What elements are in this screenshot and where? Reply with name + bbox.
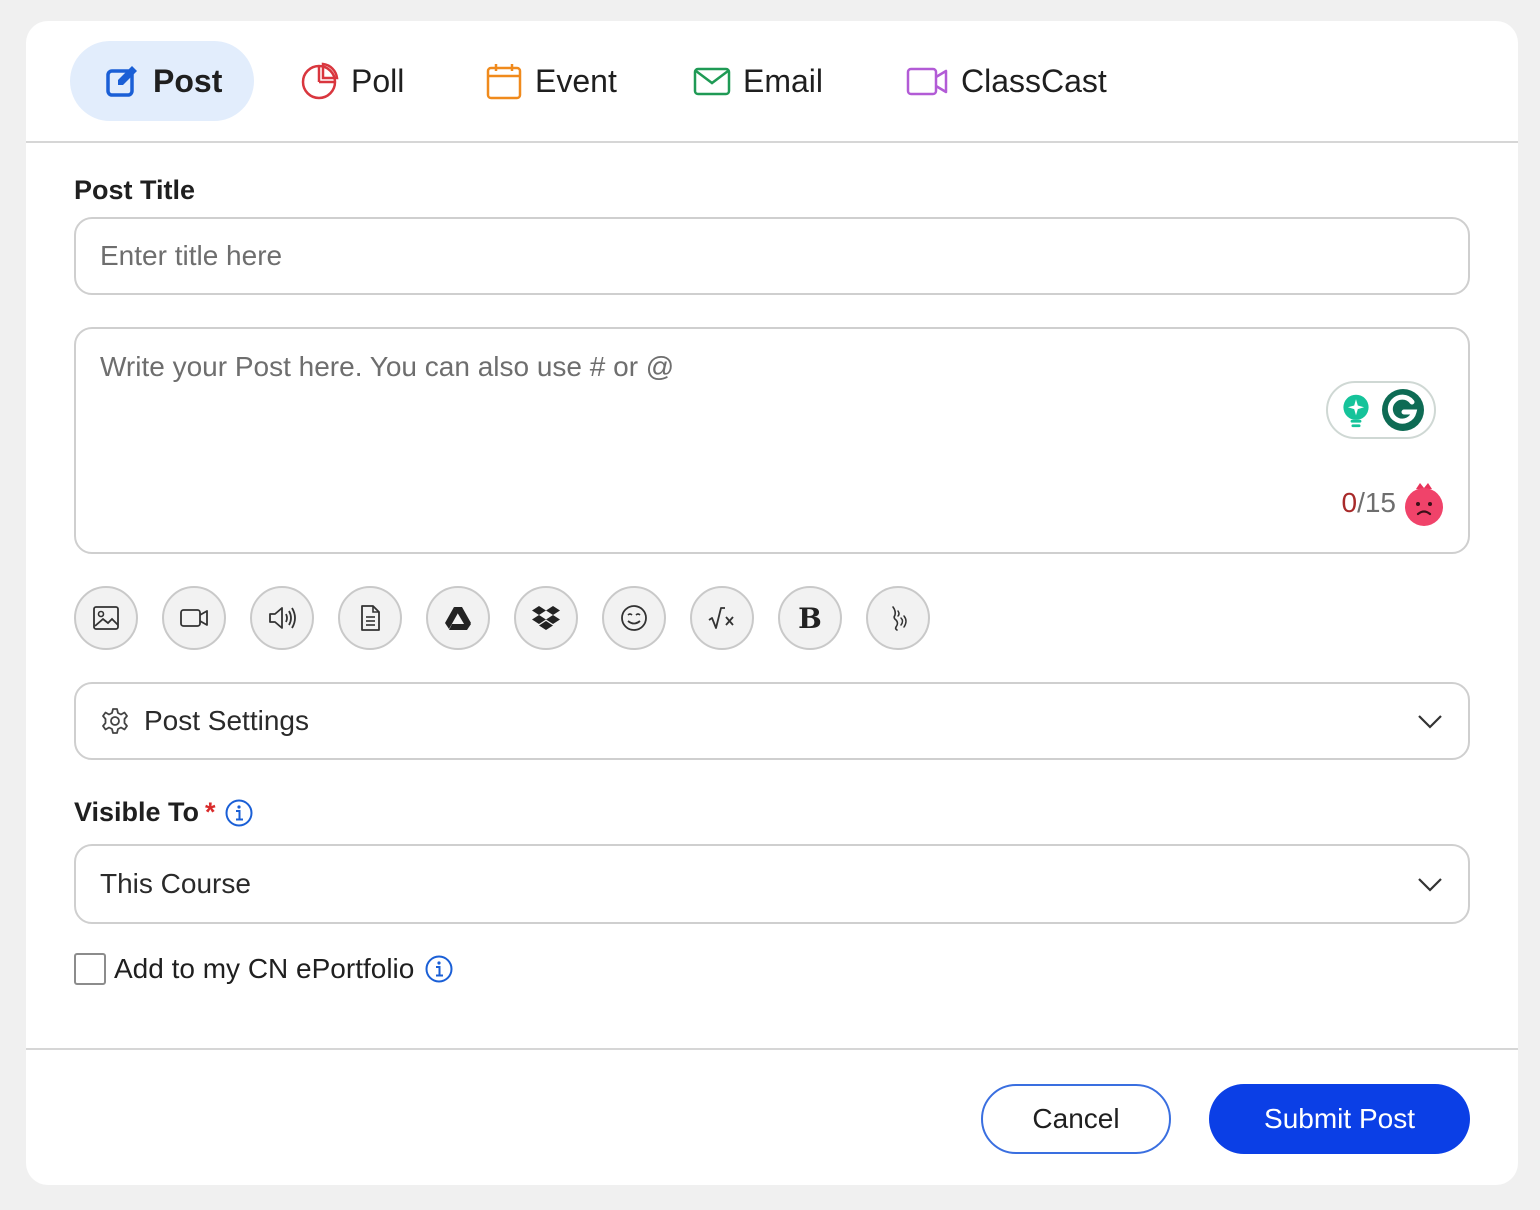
post-settings-dropdown[interactable]: Post Settings — [74, 682, 1470, 760]
insert-audio-button[interactable] — [250, 586, 314, 650]
form-footer: Cancel Submit Post — [26, 1048, 1518, 1185]
tab-event[interactable]: Event — [484, 41, 617, 121]
post-body-field[interactable]: Write your Post here. You can also use #… — [74, 327, 1470, 554]
tab-post-label: Post — [153, 62, 223, 99]
create-post-card: Post Poll Event Email ClassCast Post Tit… — [26, 21, 1518, 1185]
submit-post-button[interactable]: Submit Post — [1209, 1084, 1470, 1154]
tab-email-label: Email — [743, 62, 824, 99]
sign-language-button[interactable] — [866, 586, 930, 650]
image-icon — [93, 606, 119, 630]
attachment-toolbar: B — [74, 586, 954, 650]
visible-to-label-row: Visible To * — [74, 797, 254, 828]
post-body-placeholder: Write your Post here. You can also use #… — [100, 351, 675, 382]
tab-email[interactable]: Email — [692, 41, 823, 121]
grammarly-widget[interactable] — [1326, 381, 1436, 439]
emoji-icon — [621, 605, 647, 631]
tab-event-label: Event — [535, 62, 617, 99]
post-type-tabs: Post Poll Event Email ClassCast — [26, 21, 1518, 143]
dropbox-button[interactable] — [514, 586, 578, 650]
counter-max: /15 — [1357, 487, 1396, 518]
google-drive-icon — [445, 607, 471, 630]
video-icon — [180, 609, 208, 627]
tab-post[interactable]: Post — [70, 41, 255, 121]
google-drive-button[interactable] — [426, 586, 490, 650]
visible-to-selected: This Course — [100, 868, 251, 899]
tab-poll-label: Poll — [351, 62, 405, 99]
tab-poll[interactable]: Poll — [300, 41, 404, 121]
tab-classcast-label: ClassCast — [961, 62, 1107, 99]
chevron-down-icon — [1418, 715, 1442, 729]
bold-icon: B — [798, 601, 822, 635]
bold-button[interactable]: B — [778, 586, 842, 650]
edit-icon — [106, 66, 137, 97]
grammarly-icon[interactable] — [1381, 388, 1425, 432]
eportfolio-checkbox[interactable] — [74, 953, 106, 985]
insert-document-button[interactable] — [338, 586, 402, 650]
eportfolio-label[interactable]: Add to my CN ePortfolio — [114, 953, 414, 985]
cancel-button[interactable]: Cancel — [981, 1084, 1171, 1154]
character-counter: 0/15 — [1341, 487, 1396, 519]
post-settings-label: Post Settings — [144, 705, 309, 736]
eportfolio-row: Add to my CN ePortfolio — [74, 953, 454, 985]
envelope-icon — [693, 67, 731, 96]
visible-to-label: Visible To — [74, 797, 200, 827]
dropbox-icon — [532, 606, 560, 630]
lightbulb-icon[interactable] — [1338, 390, 1374, 430]
visible-to-select[interactable]: This Course — [74, 844, 1470, 924]
insert-emoji-button[interactable] — [602, 586, 666, 650]
video-icon — [906, 67, 948, 96]
sad-face-icon — [1405, 483, 1443, 526]
post-title-field — [74, 217, 1470, 295]
info-icon[interactable] — [224, 798, 254, 828]
sign-language-icon — [892, 606, 907, 631]
document-icon — [361, 605, 380, 631]
audio-icon — [269, 607, 296, 629]
required-marker: * — [205, 797, 216, 827]
tab-classcast[interactable]: ClassCast — [904, 41, 1107, 121]
insert-image-button[interactable] — [74, 586, 138, 650]
info-icon[interactable] — [424, 954, 454, 984]
pie-chart-icon — [301, 62, 339, 100]
post-title-input[interactable] — [100, 240, 1444, 272]
math-equation-icon — [708, 607, 734, 629]
insert-math-button[interactable] — [690, 586, 754, 650]
calendar-icon — [486, 64, 522, 100]
chevron-down-icon — [1418, 878, 1442, 892]
insert-video-button[interactable] — [162, 586, 226, 650]
post-title-label: Post Title — [74, 175, 196, 205]
counter-current: 0 — [1341, 487, 1358, 518]
gear-icon — [102, 708, 128, 734]
